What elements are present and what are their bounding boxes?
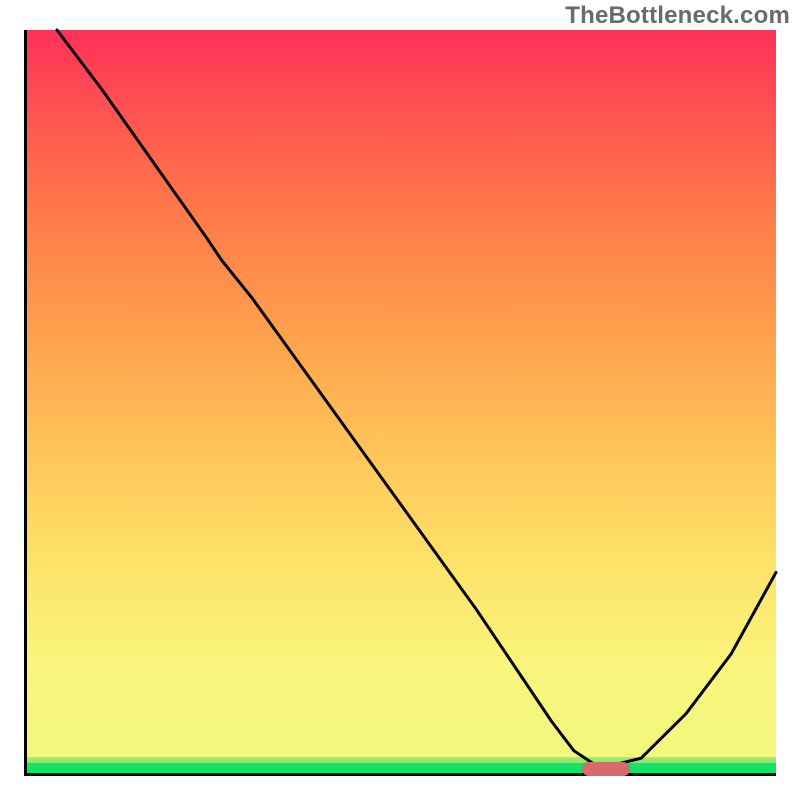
watermark-label: TheBottleneck.com: [565, 2, 790, 30]
bottleneck-curve: [27, 30, 776, 773]
chart-stage: TheBottleneck.com: [0, 0, 800, 800]
optimal-marker: [582, 762, 631, 776]
plot-area: [24, 30, 776, 776]
